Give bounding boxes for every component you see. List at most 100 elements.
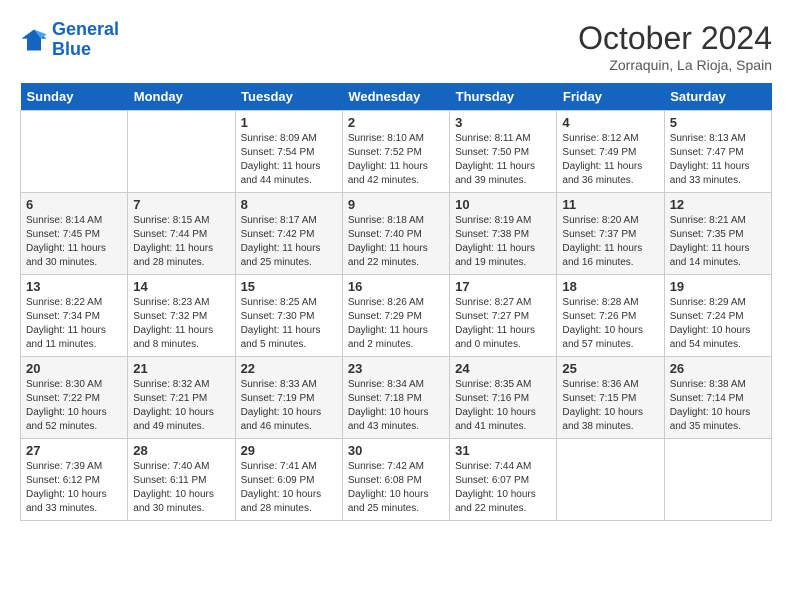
day-info: Sunrise: 8:32 AM Sunset: 7:21 PM Dayligh… — [133, 378, 229, 434]
calendar-cell: 23 Sunrise: 8:34 AM Sunset: 7:18 PM Dayli… — [342, 357, 449, 439]
day-info: Sunrise: 8:10 AM Sunset: 7:52 PM Dayligh… — [348, 132, 444, 188]
day-number: 30 — [348, 443, 444, 458]
day-info: Sunrise: 8:28 AM Sunset: 7:26 PM Dayligh… — [562, 296, 658, 352]
calendar-cell: 20 Sunrise: 8:30 AM Sunset: 7:22 PM Dayli… — [21, 357, 128, 439]
day-number: 9 — [348, 197, 444, 212]
calendar-cell: 2 Sunrise: 8:10 AM Sunset: 7:52 PM Daylig… — [342, 111, 449, 193]
calendar-cell: 12Sunrise: 8:21 AM Sunset: 7:35 PM Dayli… — [664, 193, 771, 275]
day-info: Sunrise: 7:42 AM Sunset: 6:08 PM Dayligh… — [348, 460, 444, 516]
day-header-wednesday: Wednesday — [342, 83, 449, 111]
day-info: Sunrise: 8:15 AM Sunset: 7:44 PM Dayligh… — [133, 214, 229, 270]
day-info: Sunrise: 7:39 AM Sunset: 6:12 PM Dayligh… — [26, 460, 122, 516]
day-info: Sunrise: 8:23 AM Sunset: 7:32 PM Dayligh… — [133, 296, 229, 352]
calendar-cell: 14 Sunrise: 8:23 AM Sunset: 7:32 PM Dayli… — [128, 275, 235, 357]
calendar-cell: 7 Sunrise: 8:15 AM Sunset: 7:44 PM Daylig… — [128, 193, 235, 275]
day-number: 14 — [133, 279, 229, 294]
day-number: 4 — [562, 115, 658, 130]
day-info: Sunrise: 8:26 AM Sunset: 7:29 PM Dayligh… — [348, 296, 444, 352]
calendar-week-0: 1 Sunrise: 8:09 AM Sunset: 7:54 PM Daylig… — [21, 111, 772, 193]
calendar-table: SundayMondayTuesdayWednesdayThursdayFrid… — [20, 83, 772, 521]
day-number: 22 — [241, 361, 337, 376]
day-number: 7 — [133, 197, 229, 212]
logo-line1: General — [52, 19, 119, 39]
day-info: Sunrise: 8:12 AM Sunset: 7:49 PM Dayligh… — [562, 132, 658, 188]
day-number: 2 — [348, 115, 444, 130]
day-info: Sunrise: 8:13 AM Sunset: 7:47 PM Dayligh… — [670, 132, 766, 188]
calendar-week-3: 20 Sunrise: 8:30 AM Sunset: 7:22 PM Dayli… — [21, 357, 772, 439]
day-info: Sunrise: 8:17 AM Sunset: 7:42 PM Dayligh… — [241, 214, 337, 270]
day-info: Sunrise: 8:36 AM Sunset: 7:15 PM Dayligh… — [562, 378, 658, 434]
day-info: Sunrise: 8:29 AM Sunset: 7:24 PM Dayligh… — [670, 296, 766, 352]
day-number: 28 — [133, 443, 229, 458]
day-number: 20 — [26, 361, 122, 376]
day-number: 25 — [562, 361, 658, 376]
day-info: Sunrise: 8:14 AM Sunset: 7:45 PM Dayligh… — [26, 214, 122, 270]
day-number: 15 — [241, 279, 337, 294]
day-number: 3 — [455, 115, 551, 130]
day-number: 1 — [241, 115, 337, 130]
day-info: Sunrise: 7:41 AM Sunset: 6:09 PM Dayligh… — [241, 460, 337, 516]
calendar-cell: 16 Sunrise: 8:26 AM Sunset: 7:29 PM Dayli… — [342, 275, 449, 357]
calendar-cell: 1 Sunrise: 8:09 AM Sunset: 7:54 PM Daylig… — [235, 111, 342, 193]
day-info: Sunrise: 8:09 AM Sunset: 7:54 PM Dayligh… — [241, 132, 337, 188]
day-info: Sunrise: 8:25 AM Sunset: 7:30 PM Dayligh… — [241, 296, 337, 352]
title-section: October 2024 Zorraquin, La Rioja, Spain — [578, 20, 772, 73]
day-number: 10 — [455, 197, 551, 212]
calendar-cell — [557, 439, 664, 521]
calendar-cell: 18 Sunrise: 8:28 AM Sunset: 7:26 PM Dayli… — [557, 275, 664, 357]
day-info: Sunrise: 8:19 AM Sunset: 7:38 PM Dayligh… — [455, 214, 551, 270]
day-header-saturday: Saturday — [664, 83, 771, 111]
day-number: 12 — [670, 197, 766, 212]
logo-bird-icon — [20, 26, 48, 54]
calendar-week-4: 27 Sunrise: 7:39 AM Sunset: 6:12 PM Dayli… — [21, 439, 772, 521]
calendar-cell: 9Sunrise: 8:18 AM Sunset: 7:40 PM Daylig… — [342, 193, 449, 275]
calendar-cell: 11 Sunrise: 8:20 AM Sunset: 7:37 PM Dayli… — [557, 193, 664, 275]
calendar-cell: 28Sunrise: 7:40 AM Sunset: 6:11 PM Dayli… — [128, 439, 235, 521]
day-info: Sunrise: 7:44 AM Sunset: 6:07 PM Dayligh… — [455, 460, 551, 516]
calendar-cell: 22 Sunrise: 8:33 AM Sunset: 7:19 PM Dayli… — [235, 357, 342, 439]
day-number: 11 — [562, 197, 658, 212]
day-header-friday: Friday — [557, 83, 664, 111]
day-number: 5 — [670, 115, 766, 130]
day-header-thursday: Thursday — [450, 83, 557, 111]
calendar-cell — [128, 111, 235, 193]
calendar-cell: 19 Sunrise: 8:29 AM Sunset: 7:24 PM Dayli… — [664, 275, 771, 357]
day-number: 24 — [455, 361, 551, 376]
location-subtitle: Zorraquin, La Rioja, Spain — [578, 57, 772, 73]
day-number: 19 — [670, 279, 766, 294]
logo-line2: Blue — [52, 39, 91, 59]
calendar-cell: 8 Sunrise: 8:17 AM Sunset: 7:42 PM Daylig… — [235, 193, 342, 275]
day-info: Sunrise: 8:35 AM Sunset: 7:16 PM Dayligh… — [455, 378, 551, 434]
calendar-cell: 10 Sunrise: 8:19 AM Sunset: 7:38 PM Dayli… — [450, 193, 557, 275]
calendar-cell: 27 Sunrise: 7:39 AM Sunset: 6:12 PM Dayli… — [21, 439, 128, 521]
day-header-monday: Monday — [128, 83, 235, 111]
day-number: 6 — [26, 197, 122, 212]
day-number: 27 — [26, 443, 122, 458]
day-number: 16 — [348, 279, 444, 294]
day-number: 23 — [348, 361, 444, 376]
day-info: Sunrise: 8:33 AM Sunset: 7:19 PM Dayligh… — [241, 378, 337, 434]
page-header: General Blue October 2024 Zorraquin, La … — [20, 20, 772, 73]
day-info: Sunrise: 8:38 AM Sunset: 7:14 PM Dayligh… — [670, 378, 766, 434]
calendar-cell: 5 Sunrise: 8:13 AM Sunset: 7:47 PM Daylig… — [664, 111, 771, 193]
month-title: October 2024 — [578, 20, 772, 57]
calendar-cell: 15 Sunrise: 8:25 AM Sunset: 7:30 PM Dayli… — [235, 275, 342, 357]
calendar-cell: 4 Sunrise: 8:12 AM Sunset: 7:49 PM Daylig… — [557, 111, 664, 193]
calendar-cell: 26Sunrise: 8:38 AM Sunset: 7:14 PM Dayli… — [664, 357, 771, 439]
day-info: Sunrise: 8:30 AM Sunset: 7:22 PM Dayligh… — [26, 378, 122, 434]
day-number: 31 — [455, 443, 551, 458]
day-info: Sunrise: 8:20 AM Sunset: 7:37 PM Dayligh… — [562, 214, 658, 270]
day-number: 8 — [241, 197, 337, 212]
day-info: Sunrise: 8:34 AM Sunset: 7:18 PM Dayligh… — [348, 378, 444, 434]
day-number: 29 — [241, 443, 337, 458]
calendar-cell: 30 Sunrise: 7:42 AM Sunset: 6:08 PM Dayli… — [342, 439, 449, 521]
day-number: 18 — [562, 279, 658, 294]
logo-text: General Blue — [52, 20, 119, 60]
calendar-cell: 25 Sunrise: 8:36 AM Sunset: 7:15 PM Dayli… — [557, 357, 664, 439]
day-info: Sunrise: 8:27 AM Sunset: 7:27 PM Dayligh… — [455, 296, 551, 352]
day-header-tuesday: Tuesday — [235, 83, 342, 111]
day-header-sunday: Sunday — [21, 83, 128, 111]
calendar-cell: 17Sunrise: 8:27 AM Sunset: 7:27 PM Dayli… — [450, 275, 557, 357]
calendar-cell — [664, 439, 771, 521]
calendar-week-1: 6 Sunrise: 8:14 AM Sunset: 7:45 PM Daylig… — [21, 193, 772, 275]
